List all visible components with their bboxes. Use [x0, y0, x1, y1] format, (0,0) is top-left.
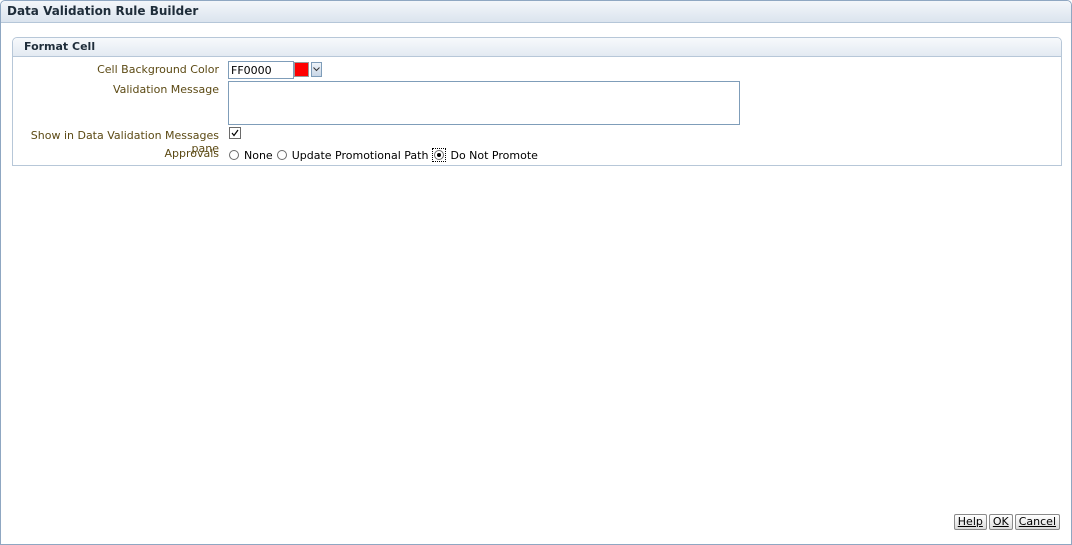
cancel-button[interactable]: Cancel [1014, 514, 1060, 530]
help-button-label: Help [957, 515, 983, 528]
radio-do-not-promote-label: Do Not Promote [450, 148, 538, 162]
ok-button[interactable]: OK [988, 514, 1013, 530]
radio-do-not-promote[interactable] [434, 150, 445, 160]
radio-focus-ring [432, 148, 447, 162]
cancel-button-label: Cancel [1018, 515, 1056, 528]
radio-update-promotional-path[interactable] [276, 150, 287, 160]
help-button[interactable]: Help [953, 514, 987, 530]
radio-update-promotional-path-label: Update Promotional Path [291, 148, 429, 162]
dialog: Data Validation Rule Builder Format Cell… [0, 0, 1072, 545]
dialog-buttons: Help OK Cancel [953, 514, 1060, 530]
validation-message-textarea[interactable] [228, 81, 740, 125]
show-in-pane-checkbox[interactable] [229, 127, 241, 139]
format-cell-section: Format Cell Cell Background Color Valida… [12, 37, 1062, 166]
dialog-title: Data Validation Rule Builder [1, 1, 1071, 23]
chevron-down-icon [313, 67, 320, 72]
color-dropdown-button[interactable] [311, 62, 322, 77]
cell-bg-color-input[interactable] [228, 61, 294, 79]
checkmark-icon [231, 129, 239, 137]
section-title: Format Cell [13, 38, 1061, 57]
color-swatch[interactable] [294, 62, 309, 77]
radio-none[interactable] [229, 150, 239, 160]
approvals-label: Approvals [164, 147, 219, 160]
radio-none-label: None [244, 148, 273, 162]
validation-message-label: Validation Message [112, 83, 219, 96]
approvals-radio-group: None Update Promotional Path Do Not Prom… [229, 148, 542, 162]
cell-bg-color-label: Cell Background Color [97, 63, 219, 76]
ok-button-label: OK [992, 515, 1009, 528]
